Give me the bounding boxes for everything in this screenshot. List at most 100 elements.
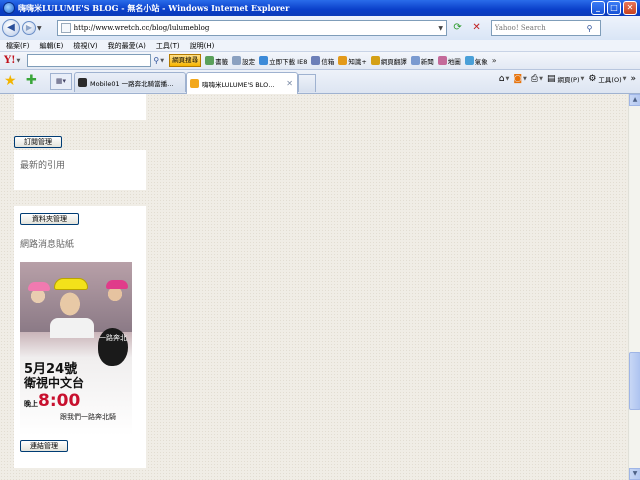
address-bar[interactable]: http://www.wretch.cc/blog/lulumeblog ▼ <box>56 20 447 36</box>
settings-button[interactable]: 設定 <box>232 56 255 66</box>
vertical-scrollbar[interactable]: ▲ ▼ <box>628 94 640 480</box>
stop-icon[interactable]: ✕ <box>469 20 485 36</box>
favorites-star-icon[interactable]: ★ <box>4 73 17 89</box>
show-logo: 一路奔北 <box>98 328 128 366</box>
menu-favorites[interactable]: 我的最愛(A) <box>108 41 146 51</box>
title-bar: 嗨嗨米LULUME'S BLOG - 無名小站 - Windows Intern… <box>0 0 640 16</box>
page-dropdown-icon[interactable]: ▼ <box>580 76 584 82</box>
tools-menu-label[interactable]: 工具(O) <box>598 74 621 84</box>
page-icon <box>60 23 71 33</box>
print-dropdown-icon[interactable]: ▼ <box>539 76 543 82</box>
sticker-tagline: 跟我們一路奔北騎 <box>60 413 116 421</box>
yahoo-toolbar: Y! ▼ ⚲ ▼ 網頁搜尋 書籤 設定 立即下載 IE8 信箱 知識+ 網頁翻譯… <box>0 52 640 70</box>
pink-helmet <box>28 282 50 291</box>
mobile01-favicon <box>78 78 87 87</box>
command-bar: ⌂ ▼ ◙ ▼ ⎙ ▼ ▤ 網頁(P) ▼ ⚙ 工具(O) ▼ » <box>495 74 636 84</box>
magenta-helmet <box>106 280 128 289</box>
address-toolbar: ◀ ▶ ▼ http://www.wretch.cc/blog/lulumebl… <box>0 16 640 40</box>
menu-bar: 檔案(F) 編輯(E) 檢視(V) 我的最愛(A) 工具(T) 說明(H) <box>0 40 640 52</box>
bookmarks-button[interactable]: 書籤 <box>205 56 228 66</box>
wretch-favicon <box>190 79 199 88</box>
scroll-down-arrow-icon[interactable]: ▼ <box>629 468 640 480</box>
promo-sticker-image[interactable]: 一路奔北 5月24號 衛視中文台 晚上8:00 跟我們一路奔北騎 <box>20 262 132 436</box>
sticker-heading: 網路消息貼紙 <box>20 240 75 250</box>
yahoo-dropdown-icon[interactable]: ▼ <box>17 58 21 64</box>
history-dropdown-icon[interactable]: ▼ <box>37 25 42 32</box>
print-icon[interactable]: ⎙ <box>531 74 538 84</box>
knowledge-button[interactable]: 知識+ <box>338 56 367 66</box>
close-button[interactable]: ✕ <box>623 1 637 15</box>
command-overflow-icon[interactable]: » <box>630 74 636 84</box>
ie-icon <box>3 2 15 14</box>
tab-lulume-blog[interactable]: 嗨嗨米LULUME'S BLO… ✕ <box>186 72 298 94</box>
download-icon <box>259 56 269 65</box>
forward-button[interactable]: ▶ <box>22 21 36 35</box>
page-icon-button[interactable]: ▤ <box>547 74 556 84</box>
mail-button[interactable]: 信箱 <box>311 56 334 66</box>
time-prefix: 晚上 <box>24 400 38 408</box>
feeds-icon[interactable]: ◙ <box>513 74 522 84</box>
page-content: 訂閱管理 最新的引用 資料夾管理 網路消息貼紙 一路奔北 5月24號 衛視中文台… <box>0 94 628 480</box>
scroll-up-arrow-icon[interactable]: ▲ <box>629 94 640 106</box>
yahoo-search-dropdown-icon[interactable]: ▼ <box>160 58 164 64</box>
news-button[interactable]: 新聞 <box>410 56 434 66</box>
tab-close-icon[interactable]: ✕ <box>286 79 293 88</box>
tab-mobile01[interactable]: Mobile01 一路奔北騎當播… <box>74 72 186 92</box>
toolbar-overflow-icon[interactable]: » <box>492 56 497 65</box>
links-manage-button[interactable]: 連結管理 <box>20 440 68 452</box>
page-menu-label[interactable]: 網頁(P) <box>557 74 579 84</box>
refresh-icon[interactable]: ⟳ <box>450 20 466 36</box>
sticker-channel: 衛視中文台 <box>24 376 85 390</box>
recent-trackbacks-heading: 最新的引用 <box>20 161 66 171</box>
time-value: 8:00 <box>38 391 81 411</box>
window-title: 嗨嗨米LULUME'S BLOG - 無名小站 - Windows Intern… <box>18 2 290 13</box>
add-favorite-icon[interactable]: ✚ <box>26 73 37 89</box>
quick-tabs-button[interactable]: ▦▾ <box>50 73 72 90</box>
search-box: ⚲ <box>490 20 601 36</box>
settings-icon <box>232 56 242 65</box>
new-tab-button[interactable] <box>298 74 316 92</box>
translate-icon <box>370 56 380 65</box>
weather-icon <box>464 56 474 65</box>
window-controls: _ □ ✕ <box>591 1 637 15</box>
minimize-button[interactable]: _ <box>591 1 605 15</box>
tab-bar: ★ ✚ ▦▾ Mobile01 一路奔北騎當播… 嗨嗨米LULUME'S BLO… <box>0 70 640 94</box>
back-button[interactable]: ◀ <box>2 19 20 37</box>
download-ie8-button[interactable]: 立即下載 IE8 <box>259 56 307 66</box>
menu-help[interactable]: 說明(H) <box>190 41 215 51</box>
knowledge-icon <box>338 56 348 65</box>
sidebar-panel-top <box>14 94 146 120</box>
web-search-button[interactable]: 網頁搜尋 <box>169 54 202 67</box>
yahoo-search-input[interactable] <box>27 54 152 67</box>
map-button[interactable]: 地圖 <box>437 56 461 66</box>
blog-sidebar: 訂閱管理 最新的引用 資料夾管理 網路消息貼紙 一路奔北 5月24號 衛視中文台… <box>14 94 146 480</box>
address-url[interactable]: http://www.wretch.cc/blog/lulumeblog <box>74 24 436 32</box>
address-dropdown-icon[interactable]: ▼ <box>436 25 446 32</box>
white-shirt <box>50 318 94 338</box>
feeds-dropdown-icon[interactable]: ▼ <box>523 76 527 82</box>
map-icon <box>437 56 447 65</box>
menu-tools[interactable]: 工具(T) <box>156 41 180 51</box>
folder-manage-button[interactable]: 資料夾管理 <box>20 213 79 225</box>
news-icon <box>410 56 420 65</box>
scrollbar-thumb[interactable] <box>629 352 640 410</box>
mail-icon <box>311 56 321 65</box>
bookmark-icon <box>205 56 215 65</box>
maximize-button[interactable]: □ <box>607 1 621 15</box>
magnifier-icon[interactable]: ⚲ <box>153 56 159 65</box>
sticker-time: 晚上8:00 <box>24 391 80 411</box>
menu-view[interactable]: 檢視(V) <box>73 41 97 51</box>
search-input[interactable] <box>491 21 587 35</box>
weather-button[interactable]: 氣象 <box>464 56 488 66</box>
search-icon[interactable]: ⚲ <box>587 24 599 33</box>
tools-dropdown-icon[interactable]: ▼ <box>623 76 627 82</box>
translate-button[interactable]: 網頁翻譯 <box>370 56 407 66</box>
trackback-manage-button[interactable]: 訂閱管理 <box>14 136 62 148</box>
menu-edit[interactable]: 編輯(E) <box>40 41 64 51</box>
home-icon[interactable]: ⌂ <box>499 74 505 84</box>
yahoo-logo[interactable]: Y! <box>4 55 16 66</box>
home-dropdown-icon[interactable]: ▼ <box>505 76 509 82</box>
yellow-helmet <box>54 278 88 290</box>
tools-gear-icon[interactable]: ⚙ <box>588 74 596 84</box>
menu-file[interactable]: 檔案(F) <box>6 41 30 51</box>
